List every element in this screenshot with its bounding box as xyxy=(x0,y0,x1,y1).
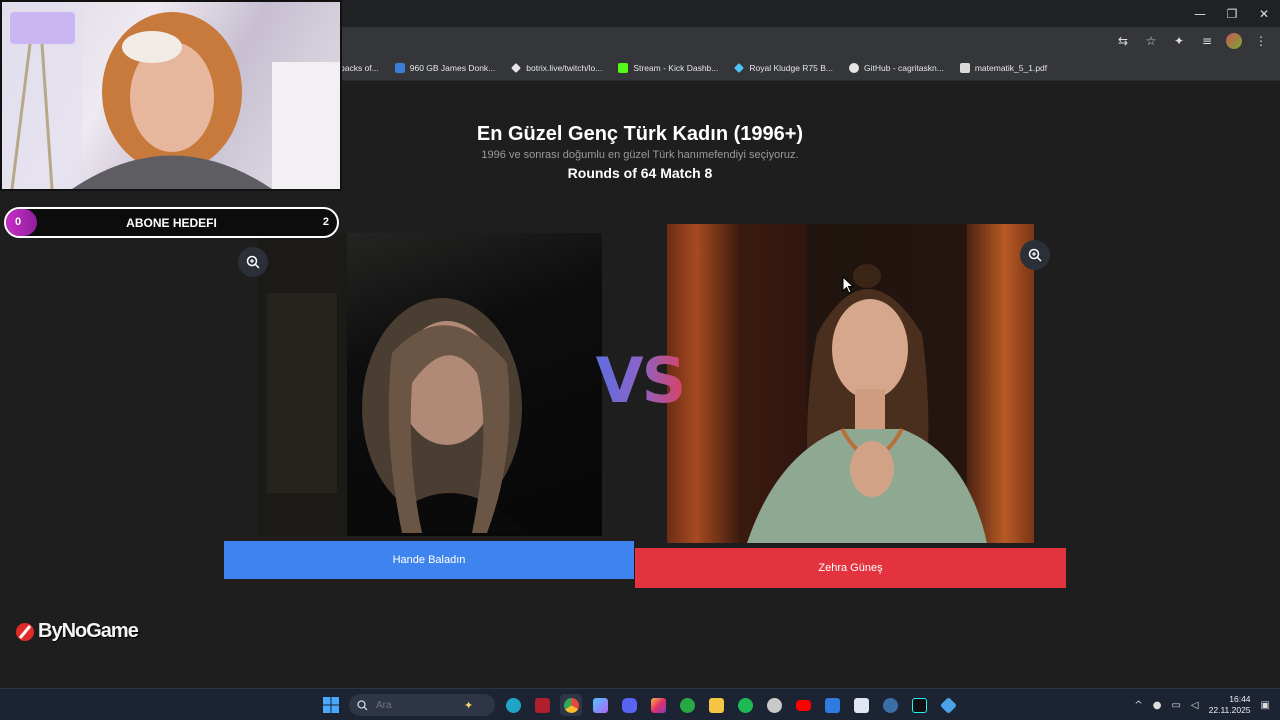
kick-icon xyxy=(618,62,629,73)
clock[interactable]: 16:44 22.11.2025 xyxy=(1209,694,1251,716)
copilot-icon[interactable] xyxy=(589,694,611,716)
system-tray: ^ ● ▭ ◁ 16:44 22.11.2025 ▣ xyxy=(1134,693,1270,717)
sparkle-icon: ✦ xyxy=(464,699,474,712)
clock-time: 16:44 xyxy=(1229,694,1251,704)
tiktok-icon[interactable] xyxy=(908,694,930,716)
volume-icon[interactable]: ◁ xyxy=(1191,700,1199,711)
bynogame-logo: ByNoGame xyxy=(14,620,139,643)
window-controls: — ❐ ✕ xyxy=(1184,0,1280,27)
microphone-icon[interactable]: ● xyxy=(1153,700,1162,711)
network-icon[interactable]: ▭ xyxy=(1171,700,1180,711)
mail-icon[interactable] xyxy=(821,694,843,716)
settings-icon[interactable] xyxy=(937,694,959,716)
instagram-icon[interactable] xyxy=(647,694,669,716)
vote-right-button[interactable]: Zehra Güneş xyxy=(635,548,1066,588)
goal-target-value: 2 xyxy=(322,216,329,228)
start-button[interactable] xyxy=(320,694,342,716)
github-desktop-icon[interactable] xyxy=(763,694,785,716)
search-input[interactable] xyxy=(376,699,456,711)
translate-icon[interactable]: ⇆ xyxy=(1114,32,1132,50)
youtube-icon[interactable] xyxy=(792,694,814,716)
windows-logo-icon xyxy=(323,697,339,713)
diamond-icon xyxy=(511,62,522,73)
right-zoom-button[interactable] xyxy=(1020,240,1050,270)
gem-icon xyxy=(734,62,745,73)
left-zoom-button[interactable] xyxy=(238,247,268,277)
extensions-icon[interactable]: ✦ xyxy=(1170,32,1188,50)
restore-button[interactable]: ❐ xyxy=(1216,0,1248,27)
bookmark-item[interactable]: matematik_5_1.pdf xyxy=(959,62,1047,73)
bookmark-item[interactable]: packs of... xyxy=(340,63,379,73)
edge-icon[interactable] xyxy=(502,694,524,716)
page-title: En Güzel Genç Türk Kadın (1996+) xyxy=(476,123,804,145)
zoom-icon xyxy=(1028,248,1042,262)
zoom-icon xyxy=(246,255,260,269)
taskbar-search[interactable]: ✦ xyxy=(349,694,495,716)
streamer-webcam xyxy=(0,0,342,191)
logo-text: ByNoGame xyxy=(38,620,139,642)
profile-avatar[interactable] xyxy=(1226,33,1242,49)
bookmark-item[interactable]: Royal Kludge R75 B... xyxy=(734,63,833,73)
right-contestant-photo[interactable] xyxy=(667,224,1034,543)
subscriber-goal-bar: 0 ABONE HEDEFI 2 xyxy=(4,207,339,238)
bynogame-logo-icon xyxy=(16,622,34,641)
file-icon xyxy=(959,62,970,73)
github-icon xyxy=(849,62,859,73)
notification-bell-icon[interactable]: ▣ xyxy=(1261,700,1270,711)
chevron-up-icon[interactable]: ^ xyxy=(1134,700,1142,711)
folder-icon[interactable] xyxy=(705,694,727,716)
app-red-icon[interactable] xyxy=(531,694,553,716)
search-icon xyxy=(357,699,368,710)
spotify-icon[interactable] xyxy=(734,694,756,716)
bookmark-item[interactable]: 960 GB James Donk... xyxy=(394,62,495,73)
close-button[interactable]: ✕ xyxy=(1248,0,1280,27)
vs-label: VS xyxy=(592,344,688,417)
round-label: Rounds of 64 Match 8 xyxy=(567,165,713,181)
bookmark-item[interactable]: Stream - Kick Dashb... xyxy=(618,62,718,73)
goal-label: ABONE HEDEFI xyxy=(126,216,217,230)
bookmark-item[interactable]: GitHub - cagritaskn... xyxy=(849,62,944,73)
page-subtitle: 1996 ve sonrası doğumlu en güzel Türk ha… xyxy=(481,149,799,161)
clock-date: 22.11.2025 xyxy=(1208,705,1251,715)
vote-left-button[interactable]: Hande Baladın xyxy=(224,541,634,579)
mouse-cursor-icon xyxy=(842,276,854,294)
left-contestant-photo[interactable] xyxy=(257,233,602,536)
xbox-icon[interactable] xyxy=(676,694,698,716)
minimize-button[interactable]: — xyxy=(1184,0,1216,27)
chrome-icon[interactable] xyxy=(560,694,582,716)
bookmark-item[interactable]: botrix.live/twitch/lo... xyxy=(511,63,602,73)
windows-taskbar: ✦ ^ ● ▭ ◁ 16:44 22.11.2025 ▣ xyxy=(0,688,1280,720)
media-icon[interactable]: ≡ xyxy=(1198,32,1216,50)
star-icon[interactable]: ☆ xyxy=(1142,32,1160,50)
hb-icon xyxy=(394,62,405,73)
steam-icon[interactable] xyxy=(879,694,901,716)
notepad-icon[interactable] xyxy=(850,694,872,716)
discord-icon[interactable] xyxy=(618,694,640,716)
menu-icon[interactable]: ⋮ xyxy=(1252,32,1270,50)
